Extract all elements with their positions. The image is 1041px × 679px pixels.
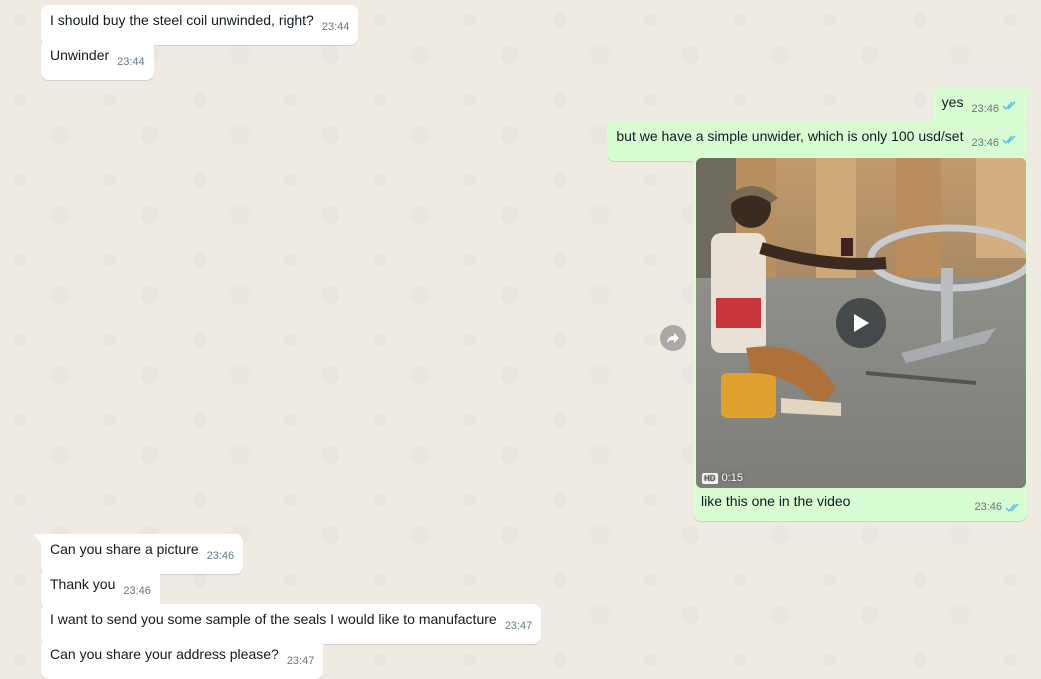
message-time: 23:44	[321, 21, 350, 33]
video-duration: 0:15	[721, 472, 743, 484]
message-time: 23:46	[971, 103, 999, 115]
incoming-message[interactable]: I should buy the steel coil unwinded, ri…	[41, 5, 359, 45]
video-caption: like this one in the video	[701, 493, 851, 509]
incoming-message[interactable]: Can you share a picture 23:46	[32, 534, 244, 574]
message-text: Can you share a picture	[50, 541, 199, 557]
video-info: HD 0:15	[702, 472, 743, 484]
message-time: 23:46	[971, 137, 999, 149]
double-check-icon	[1002, 101, 1016, 111]
message-text: Can you share your address please?	[50, 646, 279, 662]
message-time: 23:46	[123, 585, 151, 597]
message-time: 23:46	[206, 550, 235, 562]
message-time: 23:47	[286, 655, 315, 667]
message-text: but we have a simple unwider, which is o…	[616, 128, 964, 144]
video-message[interactable]: HD 0:15 like this one in the video 23:46	[693, 155, 1027, 521]
message-text: Unwinder	[50, 47, 110, 63]
message-text: I should buy the steel coil unwinded, ri…	[50, 12, 314, 28]
incoming-message[interactable]: Unwinder 23:44	[41, 40, 154, 80]
forward-icon	[667, 333, 679, 343]
double-check-icon	[1005, 503, 1019, 512]
play-button[interactable]	[836, 298, 886, 348]
video-message-meta: 23:46	[974, 501, 1021, 513]
incoming-message[interactable]: I want to send you some sample of the se…	[41, 604, 542, 644]
hd-badge: HD	[702, 472, 718, 484]
message-text: I want to send you some sample of the se…	[50, 611, 497, 627]
message-time: 23:47	[504, 620, 533, 632]
forward-button[interactable]	[660, 325, 686, 351]
message-text: yes	[941, 94, 964, 110]
message-time: 23:46	[974, 501, 1002, 513]
play-icon	[854, 314, 869, 332]
message-text: Thank you	[50, 576, 116, 592]
incoming-message[interactable]: Thank you 23:46	[41, 569, 160, 609]
video-thumbnail[interactable]: HD 0:15	[696, 158, 1026, 488]
incoming-message[interactable]: Can you share your address please? 23:47	[41, 639, 324, 679]
message-time: 23:44	[117, 56, 145, 68]
double-check-icon	[1002, 135, 1016, 145]
